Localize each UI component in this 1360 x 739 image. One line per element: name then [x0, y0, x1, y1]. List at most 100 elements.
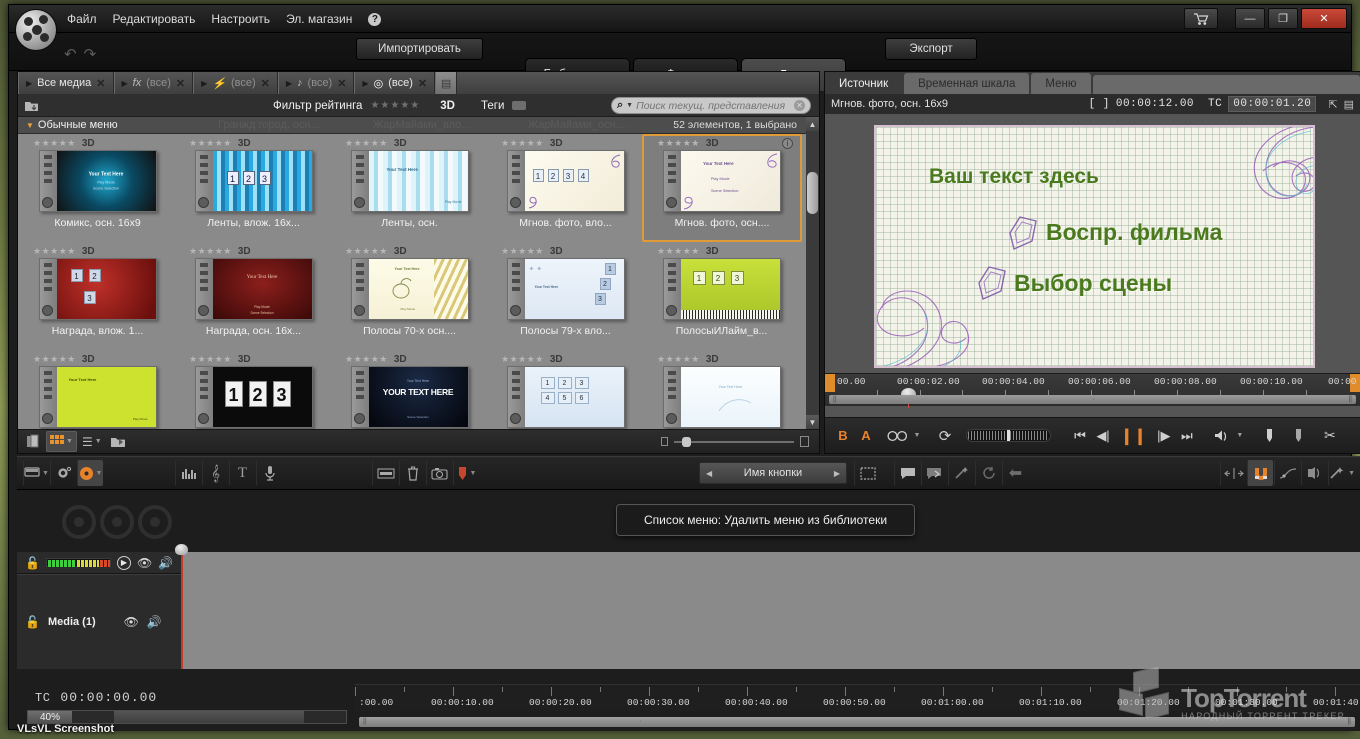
filter-add-button[interactable]: ▤ — [435, 72, 458, 94]
item-thumbnail[interactable]: Your Text Here Play Movie Scene Selectio… — [38, 150, 157, 212]
timeline-horizontal-scrollbar[interactable]: || · || — [359, 717, 1355, 727]
music-button[interactable]: 𝄞 — [202, 460, 228, 486]
item-stars[interactable]: ★★★★★ — [345, 354, 388, 365]
search-box[interactable]: ⌕ ▼ ✕ — [611, 97, 811, 114]
video-preview[interactable]: Ваш текст здесь Воспр. фильма Выбор сцен… — [874, 125, 1315, 368]
eye-icon[interactable]: 👁 — [124, 615, 139, 629]
timeline-track-header[interactable]: 🔓 Media (1) 👁 🔊 — [17, 574, 181, 669]
restore-button[interactable]: ❐ — [1268, 8, 1298, 29]
button-name-field[interactable]: ◀ Имя кнопки ▶ — [699, 462, 847, 484]
grid-scrollbar[interactable]: ▲ ▼ — [806, 117, 819, 429]
item-stars[interactable]: ★★★★★ — [33, 246, 76, 257]
list-item[interactable]: ★★★★★ 3D Your Text Here YOUR TEXT HERE Sc… — [332, 352, 487, 431]
timeline-tc-value[interactable]: 00:00:00.00 — [60, 690, 157, 705]
close-button[interactable]: ✕ — [1301, 8, 1347, 29]
effect-button[interactable] — [948, 460, 974, 486]
mark-out-button[interactable] — [1289, 424, 1309, 448]
rotate-button[interactable] — [975, 460, 1001, 486]
list-view-button[interactable]: ☰ ▼ — [79, 431, 105, 452]
item-stars[interactable]: ★★★★★ — [33, 138, 76, 149]
list-item[interactable]: ★★★★★ 3D Your Text Here Play Movie — [20, 352, 175, 431]
play-arrow-icon[interactable]: ▶ — [116, 555, 131, 570]
back-arrow-button[interactable]: ⬅ — [1002, 460, 1028, 486]
list-item[interactable]: ★★★★★ 3D 1 2 3 — [176, 352, 331, 431]
filter-3d-label[interactable]: 3D — [440, 100, 455, 112]
item-stars[interactable]: ★★★★★ — [33, 354, 76, 365]
list-item[interactable]: ★★★★★ 3D 1 2 3 Your Text Here ✦ ✦ Полосы … — [488, 244, 643, 349]
mark-a-button[interactable]: A — [856, 424, 876, 448]
item-thumbnail[interactable]: 1 2 3 4 5 6 — [506, 366, 625, 428]
item-thumbnail[interactable]: 1 2 3 — [194, 366, 313, 428]
menu-item-store[interactable]: Эл. магазин — [286, 12, 352, 26]
jog-slider[interactable] — [966, 429, 1051, 442]
marker-button[interactable]: ▼ — [453, 460, 479, 486]
preview-mode-button[interactable] — [887, 424, 909, 448]
disc-menu-button[interactable]: ▼ — [77, 460, 103, 486]
chevron-down-icon[interactable]: ▼ — [1235, 424, 1245, 448]
list-item[interactable]: ★★★★★ 3D Your Text Here — [644, 352, 799, 431]
item-thumbnail[interactable]: Your Text Here Play Movie — [38, 366, 157, 428]
chevron-down-icon[interactable]: ▼ — [470, 470, 477, 477]
frame-button[interactable] — [854, 460, 880, 486]
item-stars[interactable]: ★★★★★ — [501, 138, 544, 149]
step-forward-button[interactable]: |▶ — [1154, 424, 1174, 448]
export-button[interactable]: Экспорт — [885, 38, 977, 60]
collapse-triangle-icon[interactable]: ▼ — [26, 121, 34, 130]
item-thumbnail[interactable]: Your Text Here — [662, 366, 781, 428]
loop-button[interactable]: ⟳ — [935, 424, 955, 448]
timeline-track-area[interactable] — [181, 552, 1360, 669]
tab-menu[interactable]: Меню — [1031, 73, 1091, 94]
lock-icon[interactable]: 🔓 — [25, 615, 40, 629]
tags-toggle[interactable] — [512, 101, 527, 110]
chapter-button[interactable] — [372, 460, 398, 486]
chevron-down-icon[interactable]: ▼ — [66, 438, 73, 445]
item-thumbnail[interactable]: 1 2 3 — [662, 258, 781, 320]
split-button[interactable]: ✂ — [1320, 424, 1340, 448]
filter-chip-transition[interactable]: ▶ ⚡ (все) ✕ — [193, 72, 278, 94]
volume-button[interactable] — [1212, 424, 1232, 448]
minimize-button[interactable]: — — [1235, 8, 1265, 29]
menu-item-file[interactable]: Файл — [67, 12, 97, 26]
menu-item-setup[interactable]: Настроить — [211, 12, 270, 26]
speaker-icon[interactable]: 🔊 — [158, 556, 173, 570]
expand-icon[interactable]: ⇱ — [1328, 98, 1337, 111]
tools-button[interactable]: ▼ — [1328, 460, 1355, 486]
align-button[interactable] — [1220, 460, 1246, 486]
chevron-down-icon[interactable]: ▼ — [1348, 470, 1355, 477]
item-thumbnail[interactable]: Your Text Here Play Movie — [350, 150, 469, 212]
item-stars[interactable]: ★★★★★ — [189, 354, 232, 365]
slider-track[interactable] — [674, 436, 794, 447]
clear-search-icon[interactable]: ✕ — [794, 100, 805, 111]
item-stars[interactable]: ★★★★★ — [345, 246, 388, 257]
library-stack-button[interactable] — [22, 431, 44, 452]
list-item[interactable]: ★★★★★ 3D 1 2 3 ПолосыИЛайм_в... — [644, 244, 799, 349]
comment-button[interactable] — [894, 460, 920, 486]
item-thumbnail[interactable]: Your Text Here YOUR TEXT HERE Scene Sele… — [350, 366, 469, 428]
thumbnail-view-button[interactable]: ▼ — [46, 431, 77, 452]
chevron-down-icon[interactable]: ▼ — [42, 470, 49, 477]
list-item[interactable]: ★★★★★ 3D 1 2 3 4 5 6 — [488, 352, 643, 431]
slider-knob[interactable] — [682, 436, 691, 447]
rating-stars[interactable]: ★★★★★ — [370, 100, 420, 111]
delete-menu-button[interactable] — [399, 460, 425, 486]
list-item[interactable]: ★★★★★ 3D 1 2 3 Награда, влож. 1... — [20, 244, 175, 349]
import-button[interactable]: Импортировать — [356, 38, 483, 60]
settings-gear-button[interactable] — [50, 460, 76, 486]
scroll-down-icon[interactable]: ▼ — [806, 415, 819, 429]
list-item-selected[interactable]: ★★★★★ 3D i Your Text Here Play Movie Scene… — [642, 134, 802, 242]
thumbnail-size-slider[interactable] — [661, 436, 809, 447]
screen-layout-button[interactable]: ▼ — [23, 460, 49, 486]
item-stars[interactable]: ★★★★★ — [501, 354, 544, 365]
list-item[interactable]: ★★★★★ 3D 1 2 3 4 Мгнов. фото, вло... — [488, 136, 643, 241]
item-thumbnail[interactable]: 1 2 3 — [194, 150, 313, 212]
item-thumbnail[interactable]: 1 2 3 — [38, 258, 157, 320]
item-thumbnail[interactable]: 1 2 3 4 — [506, 150, 625, 212]
next-clip-button[interactable]: ⏭ — [1177, 424, 1197, 448]
item-stars[interactable]: ★★★★★ — [189, 138, 232, 149]
eye-icon[interactable]: 👁 — [137, 556, 152, 570]
speaker-icon[interactable]: 🔊 — [147, 615, 162, 629]
close-icon[interactable]: ✕ — [418, 77, 427, 90]
prev-arrow-icon[interactable]: ◀ — [706, 469, 712, 478]
item-thumbnail[interactable]: Your Text Here Play Movie Scene Selectio… — [663, 150, 781, 212]
zoom-slider-handle[interactable] — [114, 711, 304, 723]
